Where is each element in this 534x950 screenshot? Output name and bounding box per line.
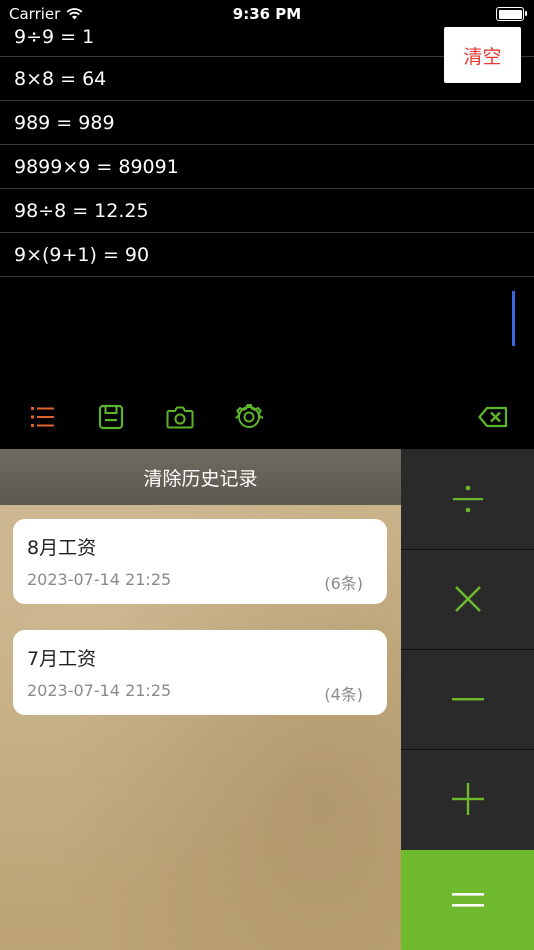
equals-icon: [451, 893, 484, 907]
save-icon[interactable]: [91, 393, 131, 441]
clear-history-button[interactable]: 清除历史记录: [0, 449, 401, 505]
toolbar: [0, 393, 534, 441]
input-cursor: [512, 291, 515, 346]
equals-button[interactable]: [401, 850, 534, 950]
camera-icon[interactable]: [160, 393, 200, 441]
history-row[interactable]: 9×(9+1) = 90: [0, 233, 534, 277]
plus-icon: [451, 783, 484, 815]
history-row[interactable]: 989 = 989: [0, 101, 534, 145]
record-count: (4条): [324, 685, 363, 704]
multiply-button[interactable]: [401, 549, 534, 648]
record-date: 2023-07-14 21:25: [27, 570, 172, 589]
record-date: 2023-07-14 21:25: [27, 681, 172, 700]
records-panel: 清除历史记录 8月工资 2023-07-14 21:25 (6条) 7月工资 2…: [0, 449, 401, 950]
record-card[interactable]: 7月工资 2023-07-14 21:25 (4条): [13, 630, 387, 715]
record-card[interactable]: 8月工资 2023-07-14 21:25 (6条): [13, 519, 387, 604]
backspace-icon[interactable]: [473, 393, 513, 441]
settings-icon[interactable]: [229, 393, 269, 441]
subtract-button[interactable]: [401, 649, 534, 748]
multiply-icon: [454, 586, 481, 612]
list-icon[interactable]: [23, 393, 63, 441]
record-count: (6条): [324, 574, 363, 593]
add-button[interactable]: [401, 749, 534, 848]
clear-button[interactable]: 清空: [444, 27, 521, 83]
history-row[interactable]: 9899×9 = 89091: [0, 145, 534, 189]
minus-icon: [451, 698, 484, 701]
history-row[interactable]: 98÷8 = 12.25: [0, 189, 534, 233]
operator-keypad: [401, 449, 534, 950]
record-name: 8月工资: [27, 537, 97, 559]
divide-icon: [452, 485, 483, 512]
record-name: 7月工资: [27, 648, 97, 670]
divide-button[interactable]: [401, 449, 534, 548]
